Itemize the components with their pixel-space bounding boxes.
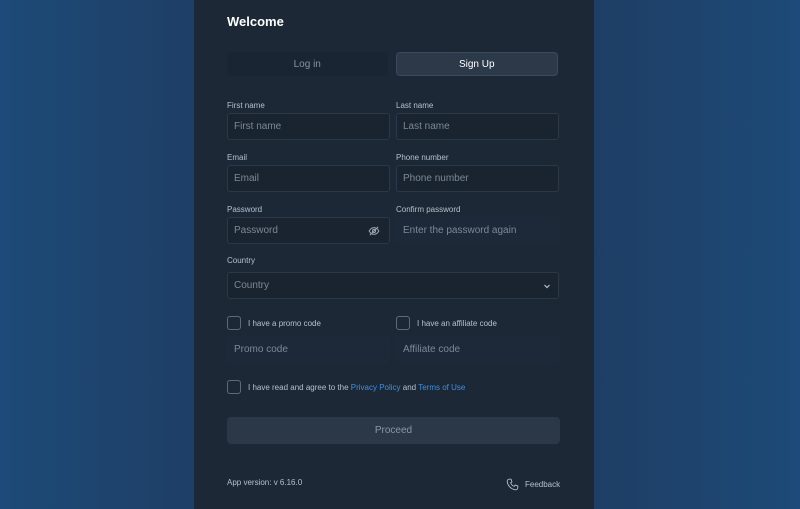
last-name-label: Last name [396,101,434,110]
terms-checkbox[interactable] [227,380,241,394]
eye-off-icon[interactable] [368,225,380,237]
first-name-field[interactable] [227,113,390,140]
confirm-password-field[interactable] [396,217,559,244]
email-label: Email [227,153,248,162]
terms-of-use-link[interactable]: Terms of Use [418,383,465,392]
confirm-password-label: Confirm password [396,205,461,214]
password-field[interactable] [227,217,390,244]
auth-tabs: Log in Sign Up [227,52,558,76]
feedback-label: Feedback [525,480,561,489]
chevron-down-icon [544,284,550,288]
app-version: App version: v 6.16.0 [227,478,303,487]
last-name-field[interactable] [396,113,559,140]
email-field[interactable] [227,165,390,192]
proceed-button[interactable]: Proceed [227,417,560,444]
tab-signup[interactable]: Sign Up [395,52,558,76]
page-title: Welcome [227,14,284,29]
phone-icon [506,478,519,491]
promo-code-checkbox[interactable] [227,316,241,330]
promo-code-field[interactable] [227,336,390,363]
feedback-button[interactable]: Feedback [506,478,560,491]
affiliate-code-field[interactable] [396,336,559,363]
signup-panel: Welcome Log in Sign Up First name Last n… [194,0,594,509]
phone-label: Phone number [396,153,449,162]
privacy-policy-link[interactable]: Privacy Policy [351,383,401,392]
country-select-value: Country [234,280,270,291]
promo-code-checkbox-label: I have a promo code [248,319,321,328]
terms-agreement-text: I have read and agree to the Privacy Pol… [248,383,465,392]
first-name-label: First name [227,101,265,110]
terms-conjunction: and [400,383,419,392]
phone-field[interactable] [396,165,559,192]
terms-prefix: I have read and agree to the [248,383,351,392]
country-label: Country [227,256,256,265]
affiliate-code-checkbox[interactable] [396,316,410,330]
tab-login[interactable]: Log in [227,52,388,76]
country-select[interactable]: Country [227,272,559,299]
password-label: Password [227,205,263,214]
affiliate-code-checkbox-label: I have an affiliate code [417,319,497,328]
